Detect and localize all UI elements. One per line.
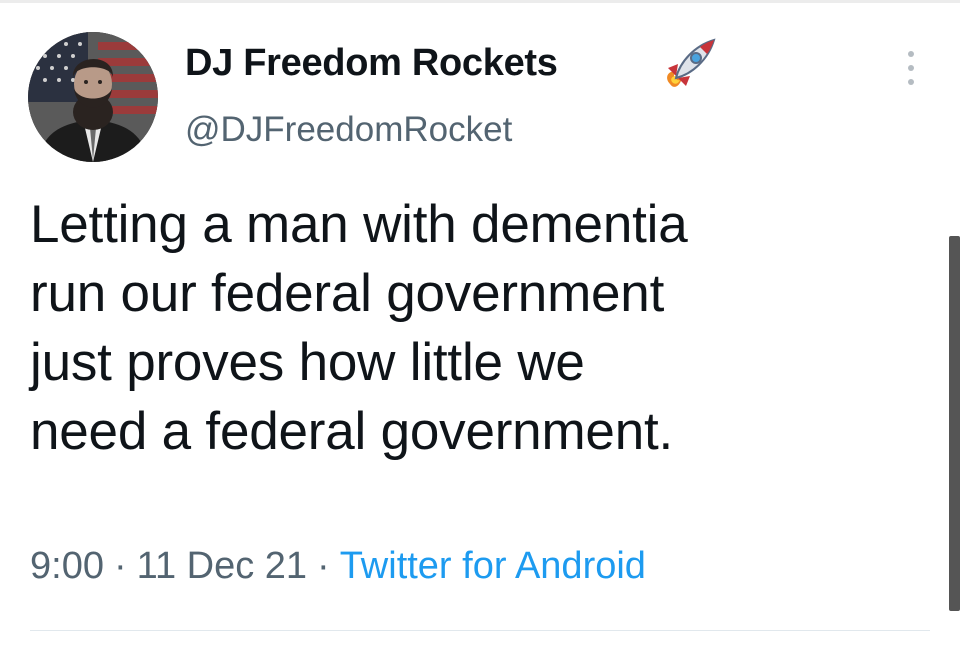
author-display-name[interactable]: DJ Freedom Rockets — [185, 42, 558, 85]
meta-separator: · — [317, 545, 330, 587]
bottom-divider — [30, 630, 930, 631]
tweet-source-link[interactable]: Twitter for Android — [340, 545, 646, 587]
scrollbar[interactable] — [949, 236, 960, 611]
avatar[interactable] — [28, 32, 158, 162]
rocket-icon — [660, 34, 720, 94]
profile-photo-avatar — [28, 32, 158, 162]
tweet-meta: 9:00 · 11 Dec 21 · Twitter for Android — [30, 545, 646, 588]
more-vertical-icon[interactable] — [896, 46, 926, 90]
author-handle[interactable]: @DJFreedomRocket — [185, 110, 512, 150]
top-divider — [0, 0, 960, 3]
tweet-date[interactable]: 11 Dec 21 — [137, 545, 307, 587]
tweet-text-line: run our federal government — [30, 264, 665, 323]
tweet-time[interactable]: 9:00 — [30, 545, 104, 587]
tweet-text-line: just proves how little we — [30, 333, 585, 392]
tweet-text: Letting a man with dementia run our fede… — [30, 190, 930, 466]
meta-separator: · — [113, 545, 127, 587]
tweet-text-line: need a federal government. — [30, 402, 674, 461]
tweet-text-line: Letting a man with dementia — [30, 195, 688, 254]
